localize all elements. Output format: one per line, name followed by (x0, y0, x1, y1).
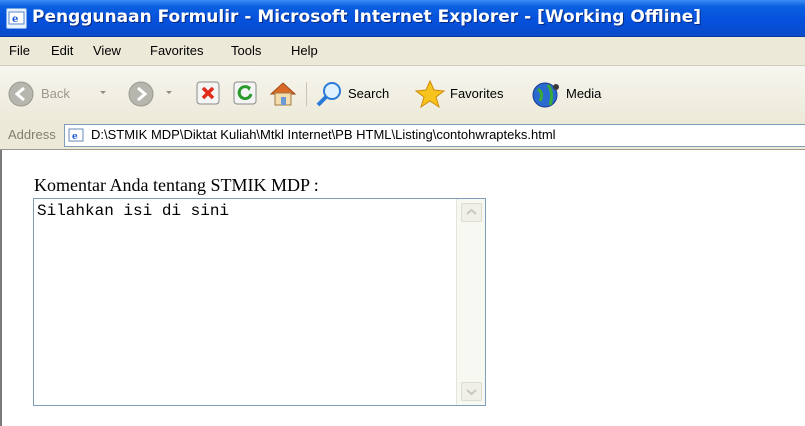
search-label[interactable]: Search (348, 86, 389, 101)
scroll-up-button[interactable] (461, 203, 482, 222)
media-button[interactable] (530, 79, 562, 109)
address-url[interactable]: D:\STMIK MDP\Diktat Kuliah\Mtkl Internet… (91, 127, 556, 142)
media-label[interactable]: Media (566, 86, 601, 101)
comment-textarea[interactable]: Silahkan isi di sini (33, 198, 486, 406)
media-globe-icon (532, 82, 559, 108)
forward-arrow-icon (128, 81, 154, 107)
stop-icon (196, 81, 220, 105)
search-button[interactable] (314, 79, 344, 109)
textarea-scrollbar[interactable] (456, 199, 485, 405)
favorites-star-icon (414, 79, 446, 109)
window-title: Penggunaan Formulir - Microsoft Internet… (32, 7, 702, 27)
standard-toolbar: Back Search Favorites Media (0, 66, 805, 123)
svg-text:e: e (72, 132, 78, 142)
menu-help[interactable]: Help (291, 43, 318, 58)
page-icon: e (68, 127, 85, 144)
internet-explorer-icon: e (6, 8, 27, 29)
menu-file[interactable]: File (9, 43, 30, 58)
favorites-label[interactable]: Favorites (450, 86, 503, 101)
back-arrow-icon (8, 81, 34, 107)
title-bar: e Penggunaan Formulir - Microsoft Intern… (0, 0, 805, 37)
back-label[interactable]: Back (41, 86, 70, 101)
toolbar-separator (306, 82, 307, 106)
scroll-down-button[interactable] (461, 382, 482, 401)
textarea-value[interactable]: Silahkan isi di sini (37, 202, 229, 220)
svg-text:e: e (12, 14, 18, 25)
comment-label: Komentar Anda tentang STMIK MDP : (34, 175, 319, 195)
home-button[interactable] (267, 79, 299, 109)
back-dropdown-arrow[interactable] (100, 91, 106, 94)
address-field[interactable]: e D:\STMIK MDP\Diktat Kuliah\Mtkl Intern… (64, 124, 805, 147)
refresh-button[interactable] (231, 79, 259, 109)
address-bar: Address e D:\STMIK MDP\Diktat Kuliah\Mtk… (0, 122, 805, 150)
menu-view[interactable]: View (93, 43, 121, 58)
page-content: Komentar Anda tentang STMIK MDP : Silahk… (0, 150, 805, 426)
forward-dropdown-arrow[interactable] (166, 91, 172, 94)
refresh-icon (233, 81, 257, 105)
menu-tools[interactable]: Tools (231, 43, 261, 58)
menu-favorites[interactable]: Favorites (150, 43, 203, 58)
menu-bar: File Edit View Favorites Tools Help (0, 37, 805, 66)
address-label: Address (8, 127, 56, 142)
back-button[interactable] (6, 79, 36, 109)
stop-button[interactable] (194, 79, 222, 109)
forward-button[interactable] (126, 79, 156, 109)
chevron-up-icon (466, 208, 477, 215)
home-icon (269, 82, 297, 106)
chevron-down-icon (466, 389, 477, 396)
search-icon (316, 82, 341, 107)
menu-edit[interactable]: Edit (51, 43, 73, 58)
favorites-button[interactable] (414, 79, 446, 109)
